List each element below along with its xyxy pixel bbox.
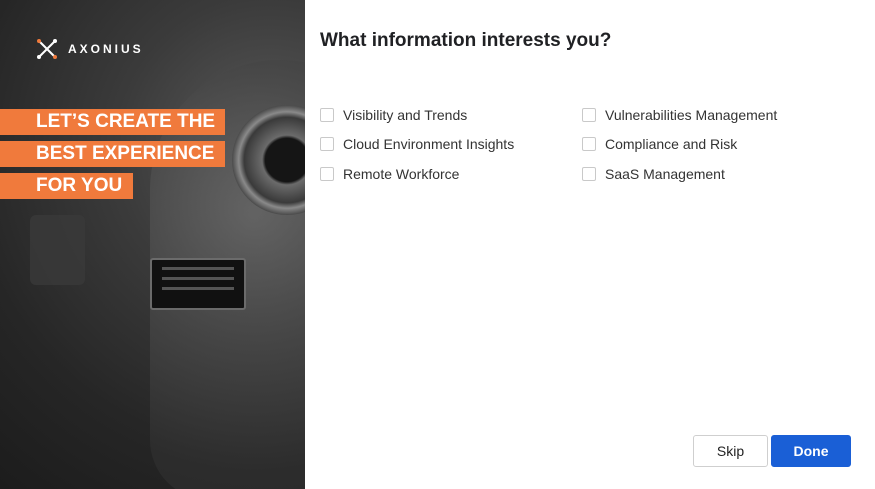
option-visibility-and-trends[interactable]: Visibility and Trends [320,107,467,123]
option-remote-workforce[interactable]: Remote Workforce [320,166,459,182]
option-label: Visibility and Trends [343,107,468,123]
checkbox[interactable] [320,137,334,151]
checkbox[interactable] [582,167,596,181]
option-vulnerabilities-management[interactable]: Vulnerabilities Management [582,107,777,123]
viewer-plate [150,258,246,310]
option-cloud-environment-insights[interactable]: Cloud Environment Insights [320,136,514,152]
checkbox[interactable] [582,137,596,151]
option-label: Cloud Environment Insights [343,136,515,152]
checkbox[interactable] [320,108,334,122]
option-label: Compliance and Risk [605,136,738,152]
done-button[interactable]: Done [771,435,851,467]
interests-panel: What information interests you? Visibili… [305,0,875,489]
promo-panel: AXONIUS LET’S CREATE THE BEST EXPERIENCE… [0,0,305,489]
option-label: SaaS Management [605,166,725,182]
option-label: Remote Workforce [343,166,460,182]
promo-line-3: FOR YOU [0,173,133,199]
axonius-logo-icon [37,39,57,59]
viewer-side-mount [30,215,85,285]
checkbox[interactable] [320,167,334,181]
logo-text: AXONIUS [68,42,144,56]
option-label: Vulnerabilities Management [605,107,778,123]
skip-button[interactable]: Skip [693,435,768,467]
onboarding-dialog: AXONIUS LET’S CREATE THE BEST EXPERIENCE… [0,0,875,489]
checkbox[interactable] [582,108,596,122]
page-title: What information interests you? [320,30,612,51]
axonius-logo: AXONIUS [36,38,144,60]
promo-line-1: LET’S CREATE THE [0,109,225,135]
promo-line-2: BEST EXPERIENCE [0,141,225,167]
option-compliance-and-risk[interactable]: Compliance and Risk [582,136,737,152]
option-saas-management[interactable]: SaaS Management [582,166,725,182]
